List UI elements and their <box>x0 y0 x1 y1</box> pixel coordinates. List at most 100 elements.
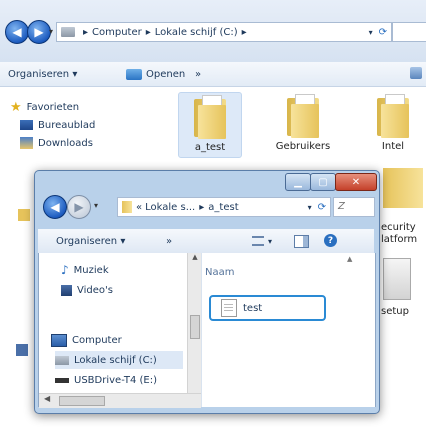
breadcrumb-a-test[interactable]: a_test <box>208 202 238 213</box>
maximize-icon: ▢ <box>318 176 328 188</box>
folder-item-selected[interactable]: a_test <box>178 92 242 158</box>
help-icon[interactable]: ? <box>324 234 337 247</box>
nav-downloads-label: Downloads <box>38 137 93 149</box>
folder-name: latform <box>381 234 418 245</box>
dropdown-icon[interactable]: ▾ <box>308 203 312 212</box>
nav-computer-icon <box>16 344 28 356</box>
arrow-right-icon: ▶ <box>74 200 84 214</box>
search-placeholder: Z <box>338 201 345 212</box>
arrow-right-icon: ▶ <box>34 25 44 39</box>
content-area: ♪ Muziek Video's Computer Lokale schijf … <box>38 253 376 408</box>
nav-music-label: Muziek <box>73 264 109 276</box>
nav-usb-label: USBDrive-T4 (E:) <box>74 374 158 386</box>
search-input[interactable]: Z <box>333 197 375 217</box>
organize-button[interactable]: Organiseren ▾ <box>8 62 77 86</box>
nav-local-disk-label: Lokale schijf (C:) <box>74 354 157 366</box>
close-icon: ✕ <box>351 176 361 188</box>
open-button[interactable]: Openen <box>126 62 185 86</box>
scroll-up-icon[interactable]: ▲ <box>188 253 202 261</box>
file-item-highlighted[interactable]: test <box>209 295 326 321</box>
breadcrumb-local-disk[interactable]: Lokale schijf (C:) <box>155 27 238 38</box>
minimize-button[interactable]: ▁ <box>285 173 311 191</box>
breadcrumb-local-disk[interactable]: Lokale s... <box>145 202 195 213</box>
usb-drive-icon <box>55 377 69 383</box>
nav-usb-drive[interactable]: USBDrive-T4 (E:) <box>55 371 157 389</box>
folder-icon[interactable] <box>383 168 423 208</box>
folder-name: Intel <box>381 141 405 152</box>
nav-desktop[interactable]: Bureaublad <box>20 116 95 134</box>
pane-divider[interactable] <box>201 253 202 407</box>
breadcrumb-separator-icon: ▸ <box>83 26 89 38</box>
forward-button[interactable]: ▶ <box>27 20 51 44</box>
scrollbar-thumb[interactable] <box>190 315 200 339</box>
folder-name: a_test <box>194 142 226 153</box>
more-commands-button[interactable]: » <box>166 229 172 253</box>
open-label: Openen <box>146 68 186 80</box>
more-commands-button[interactable]: » <box>195 62 201 86</box>
close-button[interactable]: ✕ <box>335 173 377 191</box>
music-icon: ♪ <box>61 263 69 277</box>
address-bar[interactable]: ▸ Computer ▸ Lokale schijf (C:) ▸ ▾ ⟳ <box>56 22 392 42</box>
breadcrumb-overflow-icon[interactable]: « <box>136 202 142 213</box>
file-name[interactable]: setup <box>381 306 409 317</box>
view-options-button[interactable]: ▾ <box>252 229 272 253</box>
toolbar: Organiseren ▾ » ▾ ? <box>38 229 374 254</box>
breadcrumb-separator-icon: ▸ <box>199 201 205 213</box>
nav-computer[interactable]: Computer <box>51 331 122 349</box>
setup-file-icon[interactable] <box>383 258 411 300</box>
scroll-left-icon[interactable]: ◀ <box>44 394 50 403</box>
breadcrumb-separator-icon: ▸ <box>145 26 151 38</box>
nav-videos[interactable]: Video's <box>61 281 113 299</box>
preview-pane-icon[interactable] <box>294 235 309 248</box>
breadcrumb-computer[interactable]: Computer <box>92 27 142 38</box>
folder-item-partial[interactable]: ecurity latform <box>381 222 417 246</box>
computer-icon <box>51 333 67 347</box>
recent-pages-chevron-icon[interactable]: ▾ <box>49 27 53 36</box>
forward-button[interactable]: ▶ <box>67 195 91 219</box>
search-input[interactable] <box>392 22 426 42</box>
maximize-button[interactable]: ▢ <box>310 173 336 191</box>
drive-icon <box>55 355 69 365</box>
arrow-left-icon: ◀ <box>12 25 22 39</box>
back-button[interactable]: ◀ <box>43 195 67 219</box>
column-header-name[interactable]: Naam <box>205 267 234 278</box>
folder-item[interactable]: Gebruikers <box>274 94 332 152</box>
refresh-icon[interactable]: ⟳ <box>379 27 387 38</box>
navigation-pane: ♪ Muziek Video's Computer Lokale schijf … <box>39 253 187 393</box>
organize-button[interactable]: Organiseren ▾ <box>56 229 125 253</box>
arrow-left-icon: ◀ <box>50 200 60 214</box>
nav-videos-label: Video's <box>77 284 113 296</box>
star-icon: ★ <box>10 99 22 115</box>
nav-downloads[interactable]: Downloads <box>20 134 95 152</box>
downloads-icon <box>20 137 33 149</box>
back-button[interactable]: ◀ <box>5 20 29 44</box>
nav-local-disk[interactable]: Lokale schijf (C:) <box>55 351 183 369</box>
view-options-icon[interactable] <box>410 67 422 79</box>
dropdown-icon[interactable]: ▾ <box>369 28 373 37</box>
nav-desktop-label: Bureaublad <box>38 119 96 131</box>
view-list-icon <box>252 236 264 246</box>
folder-icon <box>285 94 321 138</box>
horizontal-scrollbar-thumb[interactable] <box>59 396 105 406</box>
folder-item[interactable]: Intel <box>364 94 422 152</box>
chevron-down-icon: ▾ <box>268 236 273 246</box>
explorer-window: ▁ ▢ ✕ ◀ ▶ ▾ « Lokale s... ▸ a_test ▾ ⟳ Z… <box>34 170 380 414</box>
nav-pane-horizontal-scrollbar[interactable]: ◀ <box>39 393 201 408</box>
nav-folder-icon <box>18 209 30 221</box>
favorites-section: ★ Favorieten Bureaublad Downloads <box>10 98 95 152</box>
refresh-icon[interactable]: ⟳ <box>318 202 326 213</box>
video-icon <box>61 284 72 296</box>
folder-icon <box>122 201 132 213</box>
nav-favorites-label: Favorieten <box>26 101 80 113</box>
drive-icon <box>61 27 75 37</box>
address-bar[interactable]: « Lokale s... ▸ a_test ▾ ⟳ <box>117 197 331 217</box>
file-name: test <box>243 302 263 314</box>
nav-pane-scrollbar[interactable]: ▲ <box>187 253 202 393</box>
folder-icon <box>192 95 228 139</box>
folder-name: Gebruikers <box>275 141 331 152</box>
recent-pages-chevron-icon[interactable]: ▾ <box>94 201 98 210</box>
nav-favorites[interactable]: ★ Favorieten <box>10 98 95 116</box>
nav-music[interactable]: ♪ Muziek <box>61 261 109 279</box>
desktop-icon <box>20 120 33 130</box>
open-icon <box>126 68 142 80</box>
